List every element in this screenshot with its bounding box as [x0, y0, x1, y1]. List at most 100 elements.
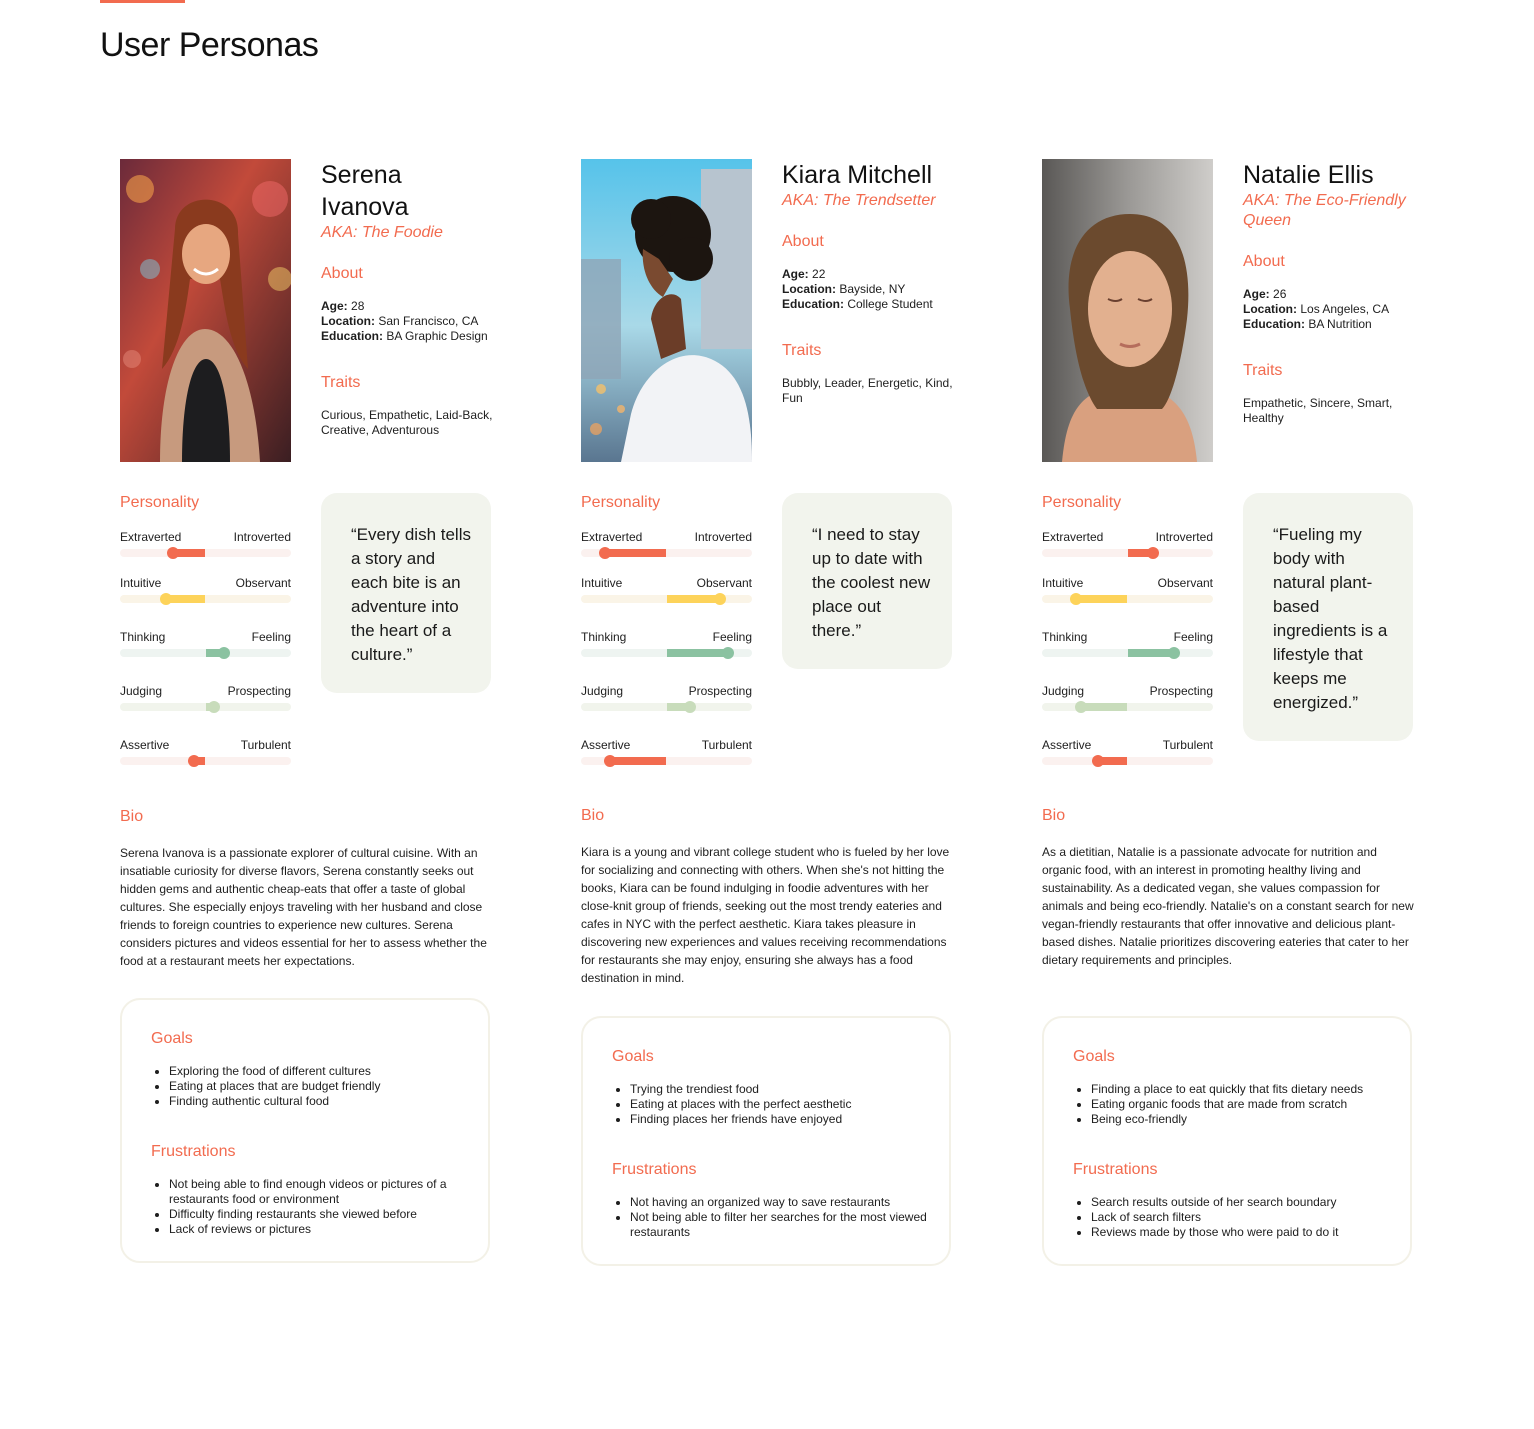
education-value: BA Nutrition — [1308, 317, 1372, 331]
slider-at: Assertive Turbulent — [1042, 737, 1213, 791]
slider-labels: Thinking Feeling — [120, 629, 291, 645]
location-label: Location: — [1243, 302, 1297, 316]
slider-track — [1042, 647, 1213, 659]
slider-left-label: Assertive — [120, 738, 170, 752]
slider-right-label: Observant — [696, 576, 752, 590]
slider-right-label: Feeling — [251, 630, 291, 644]
goals-list: Finding a place to eat quickly that fits… — [1073, 1082, 1390, 1127]
slider-labels: Intuitive Observant — [581, 575, 752, 591]
age-value: 28 — [351, 299, 365, 313]
slider-labels: Intuitive Observant — [120, 575, 291, 591]
goals-frustrations-card: Goals Finding a place to eat quickly tha… — [1042, 1016, 1412, 1266]
traits-heading: Traits — [782, 342, 822, 359]
slider-right-label: Observant — [1157, 576, 1213, 590]
persona-photo — [120, 159, 291, 462]
frustrations-heading: Frustrations — [612, 1161, 697, 1178]
slider-labels: Assertive Turbulent — [1042, 737, 1213, 753]
slider-jp: Judging Prospecting — [1042, 683, 1213, 737]
about-details: Age: 26 Location: Los Angeles, CA Educat… — [1243, 287, 1418, 332]
slider-right-label: Introverted — [233, 530, 291, 544]
slider-track — [1042, 547, 1213, 559]
portrait-woman-city-skyline-icon — [581, 159, 752, 462]
goal-item: Finding places her friends have enjoyed — [630, 1112, 929, 1127]
slider-right-label: Feeling — [1173, 630, 1213, 644]
age-value: 22 — [812, 267, 826, 281]
slider-right-label: Feeling — [712, 630, 752, 644]
age-row: Age: 28 — [321, 299, 496, 314]
slider-labels: Extraverted Introverted — [1042, 529, 1213, 545]
persona-card-natalie: Natalie Ellis AKA: The Eco-Friendly Quee… — [1042, 159, 1414, 1289]
frustration-item: Search results outside of her search bou… — [1091, 1195, 1390, 1210]
slider-labels: Judging Prospecting — [1042, 683, 1213, 699]
age-label: Age: — [1243, 287, 1270, 301]
persona-photo — [581, 159, 752, 462]
about-details: Age: 22 Location: Bayside, NY Education:… — [782, 267, 957, 312]
personality-sliders: Extraverted Introverted Intuitive Observant… — [120, 529, 291, 791]
slider-track — [581, 547, 752, 559]
frustration-item: Reviews made by those who were paid to d… — [1091, 1225, 1390, 1240]
slider-at: Assertive Turbulent — [581, 737, 752, 791]
location-value: Bayside, NY — [839, 282, 906, 296]
slider-knob — [160, 593, 173, 605]
slider-track — [1042, 701, 1213, 713]
frustrations-list: Search results outside of her search bou… — [1073, 1195, 1390, 1240]
slider-knob — [604, 755, 617, 767]
slider-left-label: Assertive — [1042, 738, 1092, 752]
goal-item: Exploring the food of different cultures — [169, 1064, 468, 1079]
slider-fill — [1081, 703, 1128, 711]
personality-heading: Personality — [120, 494, 200, 511]
education-row: Education: College Student — [782, 297, 957, 312]
goals-list: Exploring the food of different cultures… — [151, 1064, 468, 1109]
portrait-smiling-woman-lights-icon — [120, 159, 291, 462]
slider-labels: Extraverted Introverted — [120, 529, 291, 545]
location-row: Location: San Francisco, CA — [321, 314, 496, 329]
slider-track — [581, 593, 752, 605]
persona-quote: “Fueling my body with natural plant-base… — [1243, 493, 1413, 741]
frustration-item: Not having an organized way to save rest… — [630, 1195, 929, 1210]
persona-header: Natalie Ellis AKA: The Eco-Friendly Quee… — [1243, 159, 1418, 426]
slider-ei: Extraverted Introverted — [581, 529, 752, 575]
frustrations-heading: Frustrations — [151, 1143, 236, 1160]
slider-right-label: Introverted — [694, 530, 752, 544]
location-value: Los Angeles, CA — [1300, 302, 1390, 316]
slider-right-label: Turbulent — [1162, 738, 1213, 752]
slider-track — [120, 547, 291, 559]
education-value: College Student — [847, 297, 933, 311]
slider-knob — [1167, 647, 1180, 659]
slider-right-label: Turbulent — [701, 738, 752, 752]
slider-labels: Judging Prospecting — [581, 683, 752, 699]
goal-item: Trying the trendiest food — [630, 1082, 929, 1097]
frustrations-list: Not being able to find enough videos or … — [151, 1177, 468, 1237]
slider-knob — [598, 547, 611, 559]
slider-no: Intuitive Observant — [1042, 575, 1213, 629]
slider-track — [120, 755, 291, 767]
slider-tf: Thinking Feeling — [581, 629, 752, 683]
slider-knob — [208, 701, 221, 713]
persona-aka: AKA: The Foodie — [321, 224, 443, 241]
slider-left-label: Extraverted — [120, 530, 182, 544]
age-row: Age: 26 — [1243, 287, 1418, 302]
slider-labels: Extraverted Introverted — [581, 529, 752, 545]
persona-quote: “I need to stay up to date with the cool… — [782, 493, 952, 669]
slider-ei: Extraverted Introverted — [1042, 529, 1213, 575]
goals-heading: Goals — [151, 1030, 193, 1047]
bio-text: Serena Ivanova is a passionate explorer … — [120, 846, 487, 968]
slider-left-label: Assertive — [581, 738, 631, 752]
education-label: Education: — [782, 297, 844, 311]
title-accent-bar — [100, 0, 185, 3]
slider-left-label: Intuitive — [120, 576, 162, 590]
page-title: User Personas — [100, 26, 319, 64]
bio-text: Kiara is a young and vibrant college stu… — [581, 845, 950, 985]
slider-knob — [218, 647, 231, 659]
education-row: Education: BA Graphic Design — [321, 329, 496, 344]
traits-text: Empathetic, Sincere, Smart, Healthy — [1243, 396, 1393, 425]
personality-sliders: Extraverted Introverted Intuitive Observant… — [581, 529, 752, 791]
persona-card-serena: Serena Ivanova AKA: The Foodie About Age… — [120, 159, 492, 1289]
persona-name: Serena Ivanova — [321, 161, 409, 221]
slider-fill — [666, 595, 720, 603]
age-value: 26 — [1273, 287, 1287, 301]
slider-knob — [684, 701, 697, 713]
about-details: Age: 28 Location: San Francisco, CA Educ… — [321, 299, 496, 344]
education-row: Education: BA Nutrition — [1243, 317, 1418, 332]
traits-heading: Traits — [1243, 362, 1283, 379]
